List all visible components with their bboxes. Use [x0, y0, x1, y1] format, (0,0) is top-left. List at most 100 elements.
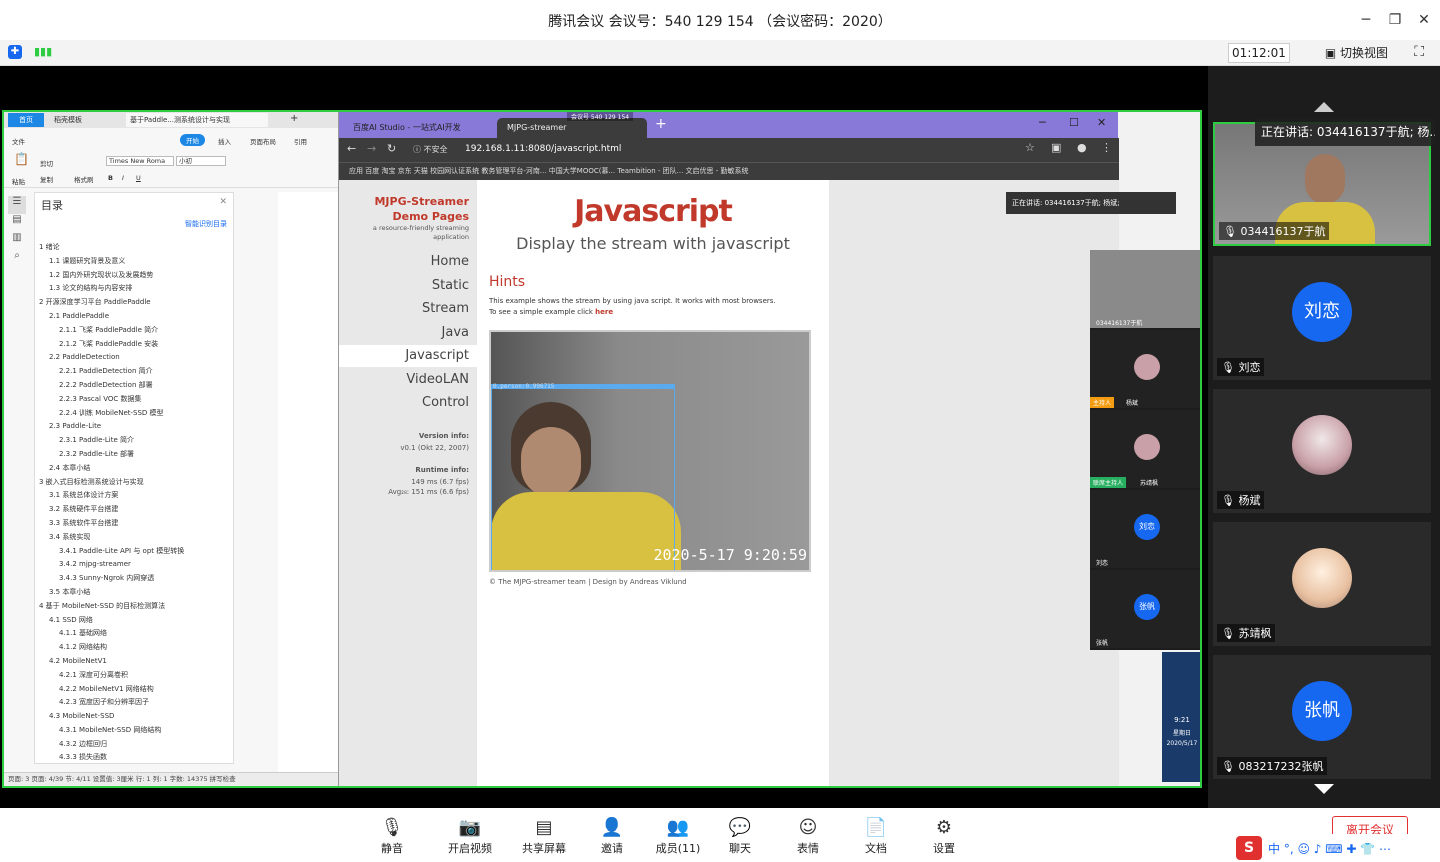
toc-item[interactable]: 3.4.3 Sunny-Ngrok 内网穿透 [39, 572, 229, 586]
underline-button[interactable]: U [136, 174, 141, 182]
toc-item[interactable]: 4.2.2 MobileNetV1 网络结构 [39, 683, 229, 697]
font-size-select[interactable]: 小初 [176, 156, 226, 166]
shield-icon[interactable]: ✚ [8, 45, 22, 59]
toc-item[interactable]: 4.2 MobileNetV1 [39, 655, 229, 669]
scroll-up-icon[interactable] [1314, 102, 1334, 112]
maximize-icon[interactable]: ❐ [1385, 10, 1405, 30]
extension-icon[interactable]: ▣ [1051, 141, 1061, 154]
toc-item[interactable]: 1.2 国内外研究现状以及发展趋势 [39, 269, 229, 283]
toc-item[interactable]: 4.3 MobileNet-SSD [39, 710, 229, 724]
copy-label[interactable]: 复制 [40, 174, 53, 184]
toc-item[interactable]: 4.1.2 网络结构 [39, 641, 229, 655]
toc-item[interactable]: 1.1 课题研究背景及意义 [39, 255, 229, 269]
browser-minimize-icon[interactable]: ─ [1039, 116, 1046, 129]
toc-item[interactable]: 2 开源深度学习平台 PaddlePaddle [39, 296, 229, 310]
italic-button[interactable]: I [122, 174, 124, 182]
toc-item[interactable]: 3.4.2 mjpg-streamer [39, 558, 229, 572]
toc-item[interactable]: 4.3.1 MobileNet-SSD 网络结构 [39, 724, 229, 738]
participant-tile[interactable]: 🎙 苏靖枫 [1213, 522, 1431, 646]
ribbon-tab-start[interactable]: 开始 [180, 134, 205, 146]
font-select[interactable]: Times New Roma [106, 156, 174, 166]
smart-toc-button[interactable]: 智能识别目录 [185, 219, 227, 229]
menu-item-control[interactable]: Control [422, 395, 469, 410]
participant-tile[interactable]: 🎙 杨斌 [1213, 389, 1431, 513]
account-icon[interactable]: ● [1077, 141, 1087, 154]
toc-item[interactable]: 1 绪论 [39, 241, 229, 255]
paste-label[interactable]: 粘贴 [12, 176, 25, 186]
toc-item[interactable]: 4.2.1 深度可分离卷积 [39, 669, 229, 683]
toc-item[interactable]: 2.2.4 训练 MobileNet-SSD 模型 [39, 407, 229, 421]
toolbar-invite-button[interactable]: 👤 邀请 [582, 816, 642, 856]
ribbon-tab-reference[interactable]: 引用 [294, 136, 307, 146]
ribbon-tab-insert[interactable]: 插入 [218, 136, 231, 146]
small-participant-tile[interactable]: 主持人 杨斌 [1090, 330, 1200, 408]
toc-item[interactable]: 4.1.1 基础网络 [39, 627, 229, 641]
doc-tab-home[interactable]: 首页 [8, 113, 44, 127]
url-field[interactable]: 192.168.1.11:8080/javascript.html [465, 144, 621, 154]
switch-view-button[interactable]: ▣ 切换视图 [1325, 44, 1388, 61]
file-menu[interactable]: 文件 [12, 136, 25, 146]
new-tab-button[interactable]: + [290, 113, 298, 124]
toc-item[interactable]: 2.1.1 飞桨 PaddlePaddle 简介 [39, 324, 229, 338]
toc-item[interactable]: 2.2 PaddleDetection [39, 351, 229, 365]
signal-icon[interactable]: ▮▮▮ [34, 45, 52, 59]
minimize-icon[interactable]: ─ [1356, 10, 1376, 30]
menu-item-home[interactable]: Home [431, 254, 469, 269]
toc-item[interactable]: 2.2.2 PaddleDetection 部署 [39, 379, 229, 393]
forward-icon[interactable]: → [367, 142, 376, 155]
toc-item[interactable]: 1.3 论文的结构与内容安排 [39, 282, 229, 296]
toc-item[interactable]: 2.3.2 Paddle-Lite 部署 [39, 448, 229, 462]
toc-item[interactable]: 3 嵌入式目标检测系统设计与实现 [39, 476, 229, 490]
toc-item[interactable]: 2.3 Paddle-Lite [39, 420, 229, 434]
toc-item[interactable]: 2.1.2 飞桨 PaddlePaddle 安装 [39, 338, 229, 352]
toc-item[interactable]: 2.2.1 PaddleDetection 简介 [39, 365, 229, 379]
fullscreen-icon[interactable]: ⛶ [1414, 44, 1424, 60]
toc-panel-icon[interactable]: ☰ [8, 196, 26, 214]
menu-item-javascript[interactable]: Javascript [339, 345, 477, 367]
participant-tile[interactable]: 正在讲话: 0344161​37于航; 杨... 🎙 0344161​37于航 [1213, 118, 1435, 246]
toc-item[interactable]: 3.3 系统软件平台搭建 [39, 517, 229, 531]
page-icon[interactable]: ▤ [8, 214, 26, 232]
browser-maximize-icon[interactable]: ☐ [1069, 116, 1079, 129]
toolbar-settings-button[interactable]: ⚙ 设置 [914, 816, 974, 856]
participant-tile[interactable]: 刘恋 🎙 刘恋 [1213, 256, 1431, 380]
star-icon[interactable]: ☆ [1025, 141, 1035, 154]
toc-item[interactable]: 2.1 PaddlePaddle [39, 310, 229, 324]
new-tab-icon[interactable]: + [655, 116, 667, 132]
toc-item[interactable]: 3.4 系统实现 [39, 531, 229, 545]
ribbon-tab-layout[interactable]: 页面布局 [250, 136, 276, 146]
reload-icon[interactable]: ↻ [387, 142, 396, 155]
toc-item[interactable]: 4 基于 MobileNet-SSD 的目标检测算法 [39, 600, 229, 614]
browser-close-icon[interactable]: ✕ [1097, 116, 1106, 129]
close-toc-icon[interactable]: ✕ [219, 197, 227, 207]
format-painter-label[interactable]: 格式刷 [74, 174, 94, 184]
toc-item[interactable]: 3.2 系统硬件平台搭建 [39, 503, 229, 517]
doc-tab-active[interactable]: 基于Paddle...测系统设计与实现 [126, 113, 268, 127]
toolbar-document-button[interactable]: 📄 文档 [846, 816, 906, 856]
toc-item[interactable]: 4.3.2 边框回归 [39, 738, 229, 752]
bold-button[interactable]: B [108, 174, 113, 182]
menu-icon[interactable]: ⋮ [1101, 141, 1112, 154]
toolbar-mic-button[interactable]: 🎙 静音 [362, 816, 422, 856]
toolbar-camera-off-button[interactable]: 📷 开启视频 [440, 816, 500, 856]
cut-label[interactable]: 剪切 [40, 158, 53, 168]
toc-item[interactable]: 2.3.1 Paddle-Lite 简介 [39, 434, 229, 448]
menu-item-stream[interactable]: Stream [422, 301, 469, 316]
toc-item[interactable]: 2.4 本章小结 [39, 462, 229, 476]
toc-item[interactable]: 2.2.3 Pascal VOC 数据集 [39, 393, 229, 407]
toc-item[interactable]: 3.4.1 Paddle-Lite API 与 opt 模型转换 [39, 545, 229, 559]
paste-icon[interactable]: 📋 [14, 152, 29, 166]
browser-tab-mjpg[interactable]: MJPG-streamer [497, 118, 647, 138]
sogou-icon[interactable]: S [1236, 836, 1262, 860]
menu-item-java[interactable]: Java [442, 325, 469, 340]
small-participant-tile[interactable]: 0344161​37于航 [1090, 250, 1200, 328]
ime-mode-icon[interactable]: 中 °, ☺ ♪ ⌨ ✚ 👕 ⋯ [1268, 840, 1391, 857]
scroll-down-icon[interactable] [1314, 784, 1334, 794]
close-icon[interactable]: ✕ [1414, 10, 1434, 30]
participant-tile[interactable]: 张帆 🎙 0832172​32张帆 [1213, 655, 1431, 779]
small-participant-tile[interactable]: 刘恋 刘恋 [1090, 490, 1200, 568]
toolbar-emoji-button[interactable]: ☺ 表情 [778, 816, 838, 856]
toolbar-members-button[interactable]: 👥 成员(11) [648, 816, 708, 856]
bookmark-icon[interactable]: ▥ [8, 232, 26, 250]
menu-item-videolan[interactable]: VideoLAN [406, 372, 469, 387]
